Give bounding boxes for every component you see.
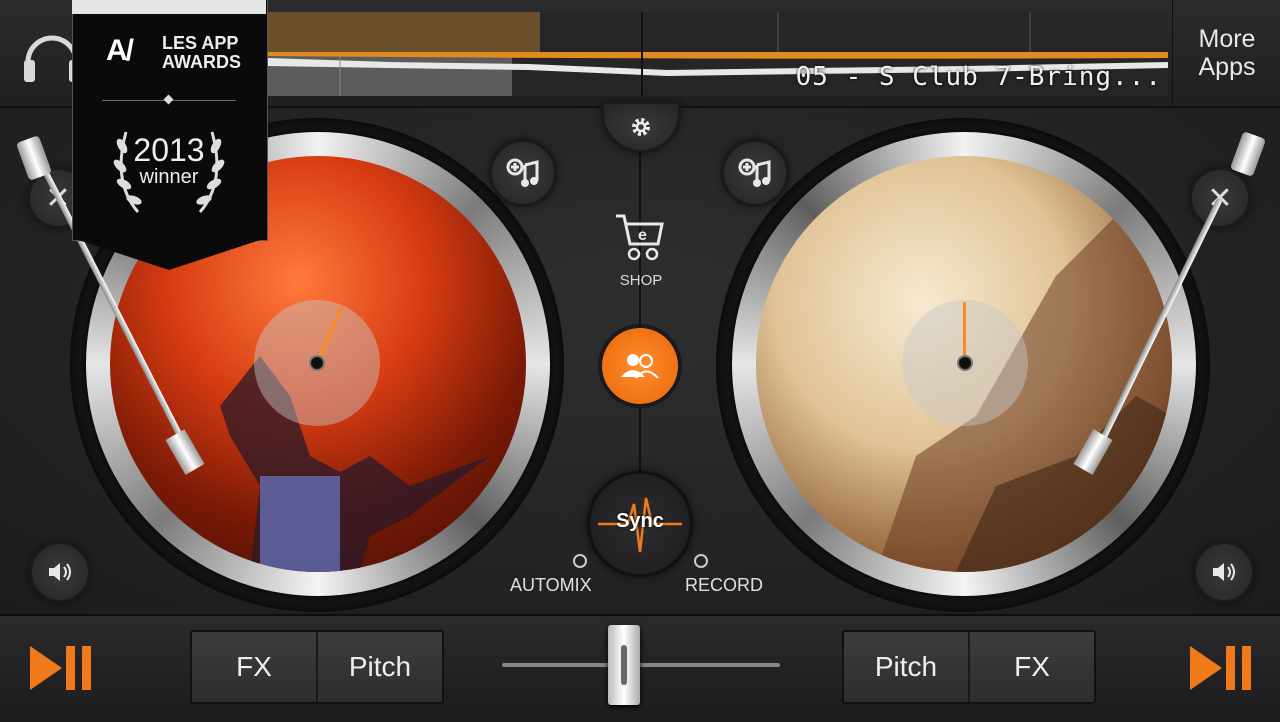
add-music-icon	[738, 158, 771, 187]
badge-year: 2013	[133, 132, 205, 168]
more-apps-button[interactable]: More Apps	[1172, 0, 1280, 106]
right-add-music-button[interactable]	[724, 142, 786, 204]
right-fx-button[interactable]: FX	[970, 632, 1094, 702]
community-icon	[621, 354, 659, 379]
right-pitch-button[interactable]: Pitch	[844, 632, 970, 702]
badge-tip	[72, 238, 266, 270]
community-button[interactable]	[602, 328, 678, 404]
crossfader-knob[interactable]	[608, 625, 641, 705]
right-pad-group: Pitch FX	[842, 630, 1096, 704]
add-music-icon	[506, 158, 539, 187]
settings-icon	[632, 118, 650, 136]
shop-button[interactable]: e	[612, 212, 668, 262]
left-volume-button[interactable]	[32, 544, 88, 600]
center-divider	[639, 150, 641, 490]
left-play-pause-button[interactable]	[28, 644, 94, 692]
play-pause-icon	[30, 646, 91, 690]
badge-name: LES APP AWARDS	[162, 33, 242, 72]
left-pitch-button[interactable]: Pitch	[318, 632, 442, 702]
shop-cart-icon: e	[616, 214, 664, 261]
left-fx-button[interactable]: FX	[192, 632, 318, 702]
left-add-music-button[interactable]	[492, 142, 554, 204]
right-tonearm-base: ✕	[1192, 170, 1248, 226]
track-title: 05 - S Club 7-Bring...	[795, 62, 1162, 92]
right-play-pause-button[interactable]	[1188, 644, 1254, 692]
shop-label: SHOP	[619, 272, 663, 289]
automix-radio[interactable]	[573, 554, 587, 568]
right-spindle	[957, 355, 973, 371]
right-volume-button[interactable]	[1196, 544, 1252, 600]
left-pad-group: FX Pitch	[190, 630, 444, 704]
svg-text:e: e	[638, 227, 647, 244]
record-radio[interactable]	[694, 554, 708, 568]
volume-icon	[49, 563, 71, 581]
badge-strip	[72, 0, 266, 14]
play-pause-icon	[1190, 646, 1251, 690]
badge-winner-label: winner	[139, 166, 199, 188]
automix-label: AUTOMIX	[510, 575, 592, 595]
left-spindle	[309, 355, 325, 371]
record-label: RECORD	[685, 575, 764, 595]
badge-logo: A/	[106, 34, 134, 67]
right-playhead-marker	[963, 302, 966, 362]
sync-label: Sync	[616, 510, 664, 532]
award-badge: A/ LES APP AWARDS 2013 winner	[72, 0, 268, 270]
volume-icon	[1213, 563, 1235, 581]
crossfader-track[interactable]	[502, 663, 780, 667]
